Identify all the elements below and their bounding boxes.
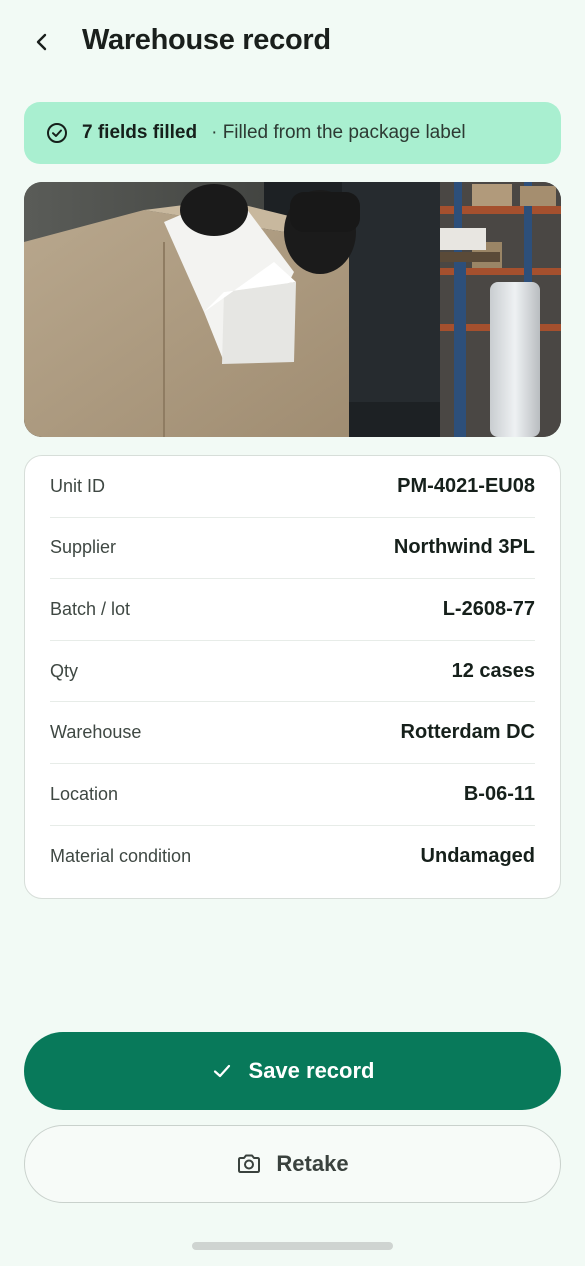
field-value[interactable]: L-2608-77 (443, 598, 535, 621)
chevron-left-icon (32, 32, 52, 52)
field-label: Location (50, 783, 119, 804)
field-value[interactable]: 12 cases (452, 660, 535, 683)
check-icon (211, 1060, 233, 1082)
check-circle-icon (46, 122, 68, 144)
field-label: Supplier (50, 537, 117, 558)
field-row-batch-lot: Batch / lot L-2608-77 (50, 579, 535, 641)
home-indicator[interactable] (192, 1242, 393, 1250)
record-fields-card: Unit ID PM-4021-EU08 Supplier Northwind … (24, 455, 561, 899)
field-row-unit-id: Unit ID PM-4021-EU08 (50, 456, 535, 518)
field-value[interactable]: Rotterdam DC (401, 721, 535, 744)
fields-filled-count: 7 fields filled (82, 122, 198, 143)
retake-button[interactable]: Retake (24, 1125, 561, 1203)
field-label: Qty (50, 660, 79, 681)
field-label: Warehouse (50, 722, 142, 743)
field-label: Unit ID (50, 475, 106, 496)
field-row-qty: Qty 12 cases (50, 641, 535, 703)
field-row-warehouse: Warehouse Rotterdam DC (50, 702, 535, 764)
autofill-source: · Filled from the package label (211, 122, 466, 143)
page-title: Warehouse record (82, 24, 331, 56)
field-value[interactable]: Northwind 3PL (394, 536, 535, 559)
field-value[interactable]: Undamaged (421, 845, 535, 868)
field-value[interactable]: B-06-11 (464, 783, 535, 806)
camera-icon (236, 1151, 262, 1177)
field-row-material-condition: Material condition Undamaged (50, 826, 535, 888)
field-label: Material condition (50, 845, 192, 866)
save-record-button[interactable]: Save record (24, 1032, 561, 1110)
field-label: Batch / lot (50, 598, 131, 619)
back-button[interactable] (26, 26, 58, 58)
field-row-supplier: Supplier Northwind 3PL (50, 518, 535, 580)
app-header: Warehouse record (0, 0, 585, 86)
save-record-label: Save record (248, 1058, 375, 1083)
field-row-location: Location B-06-11 (50, 764, 535, 826)
package-label-photo (24, 182, 561, 437)
field-value[interactable]: PM-4021-EU08 (397, 475, 535, 498)
autofill-banner: 7 fields filled · Filled from the packag… (24, 102, 561, 164)
retake-label: Retake (276, 1151, 349, 1176)
